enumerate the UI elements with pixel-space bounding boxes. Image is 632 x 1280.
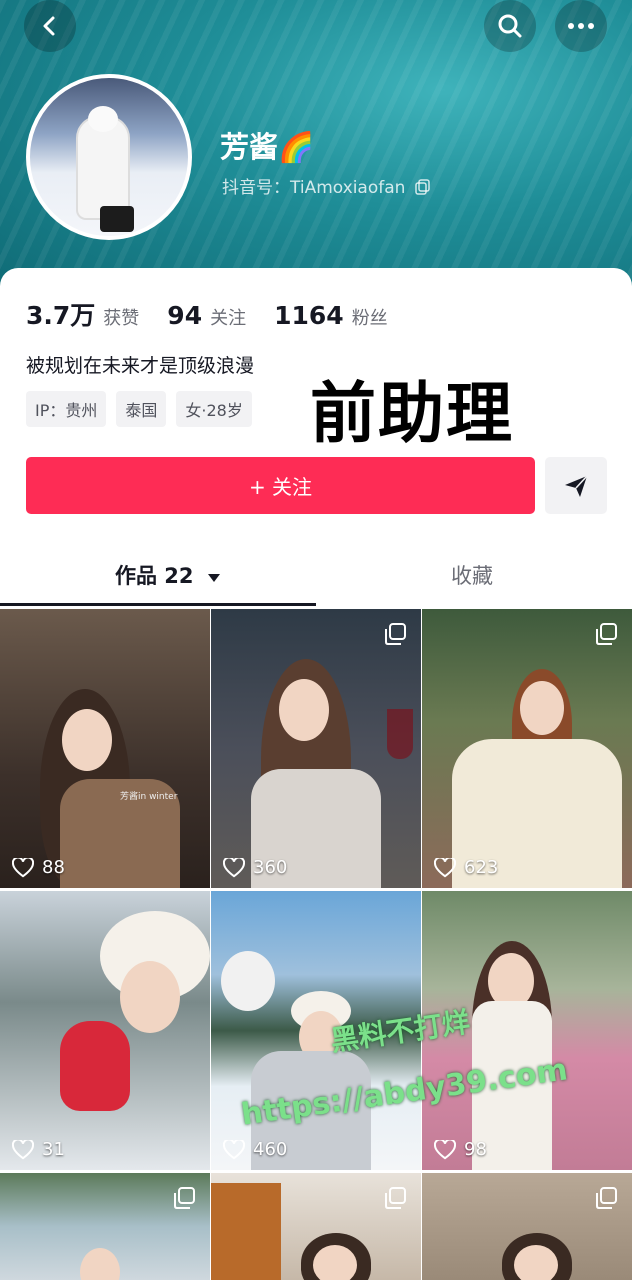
copy-icon[interactable] xyxy=(415,179,431,195)
more-icon xyxy=(568,23,594,29)
post-tile[interactable] xyxy=(211,1173,421,1280)
content-tabs: 作品 22 收藏 xyxy=(0,545,632,607)
profile-tags: IP：贵州 泰国 女·28岁 xyxy=(26,391,252,427)
post-likes: 88 xyxy=(12,857,65,878)
post-tile[interactable] xyxy=(0,1173,210,1280)
multi-image-icon xyxy=(385,1187,406,1209)
douyin-id-row[interactable]: 抖音号：TiAmoxiaofan xyxy=(222,173,431,198)
post-likes: 623 xyxy=(434,857,498,878)
post-like-count: 623 xyxy=(464,857,499,878)
tab-works[interactable]: 作品 22 xyxy=(115,560,221,590)
back-icon xyxy=(43,16,55,36)
post-caption: 芳酱in winter xyxy=(120,792,178,802)
post-tile[interactable]: 360 xyxy=(211,609,421,888)
heart-icon xyxy=(434,857,456,877)
tab-favorites[interactable]: 收藏 xyxy=(451,560,493,590)
post-likes: 31 xyxy=(12,1139,65,1160)
follow-button[interactable]: + 关注 xyxy=(26,457,535,514)
following-label[interactable]: 关注 xyxy=(210,304,246,330)
followers-count[interactable]: 1164 xyxy=(274,301,344,330)
heart-icon xyxy=(223,857,245,877)
post-likes: 98 xyxy=(434,1139,487,1160)
tag-gender-age: 女·28岁 xyxy=(176,391,252,427)
share-button[interactable] xyxy=(545,457,607,514)
tab-indicator xyxy=(0,603,316,606)
post-likes: 360 xyxy=(223,857,287,878)
followers-label[interactable]: 粉丝 xyxy=(352,304,388,330)
multi-image-icon xyxy=(174,1187,195,1209)
heart-icon xyxy=(223,1139,245,1159)
likes-count: 3.7万 xyxy=(26,301,96,330)
caret-down-icon xyxy=(207,574,220,582)
send-icon xyxy=(565,474,588,497)
heart-icon xyxy=(12,1139,34,1159)
post-tile[interactable] xyxy=(422,1173,632,1280)
bio: 被规划在未来才是顶级浪漫 xyxy=(26,355,255,377)
username: 芳酱🌈 xyxy=(220,130,315,164)
post-tile[interactable]: 623 xyxy=(422,609,632,888)
post-like-count: 31 xyxy=(42,1139,65,1160)
post-like-count: 98 xyxy=(464,1139,487,1160)
back-button[interactable] xyxy=(24,0,76,52)
post-like-count: 88 xyxy=(42,857,65,878)
overlay-caption: 前助理 xyxy=(310,375,514,452)
more-button[interactable] xyxy=(555,0,607,52)
tag-ip: IP：贵州 xyxy=(26,391,107,427)
heart-icon xyxy=(434,1139,456,1159)
search-button[interactable] xyxy=(484,0,536,52)
tag-location: 泰国 xyxy=(116,391,167,427)
post-tile[interactable]: 芳酱in winter 88 xyxy=(0,609,210,888)
heart-icon xyxy=(12,857,34,877)
post-like-count: 360 xyxy=(253,857,288,878)
multi-image-icon xyxy=(596,623,617,645)
post-like-count: 460 xyxy=(253,1139,288,1160)
following-count[interactable]: 94 xyxy=(167,301,202,330)
multi-image-icon xyxy=(385,623,406,645)
post-likes: 460 xyxy=(223,1139,287,1160)
avatar[interactable] xyxy=(26,74,192,240)
profile-stats: 3.7万 获赞 94 关注 1164 粉丝 xyxy=(26,296,416,332)
search-icon xyxy=(498,14,522,38)
douyin-id: 抖音号：TiAmoxiaofan xyxy=(222,178,406,198)
multi-image-icon xyxy=(596,1187,617,1209)
post-tile[interactable]: 31 xyxy=(0,891,210,1170)
likes-label: 获赞 xyxy=(103,308,140,329)
tab-works-label: 作品 22 xyxy=(115,564,194,588)
